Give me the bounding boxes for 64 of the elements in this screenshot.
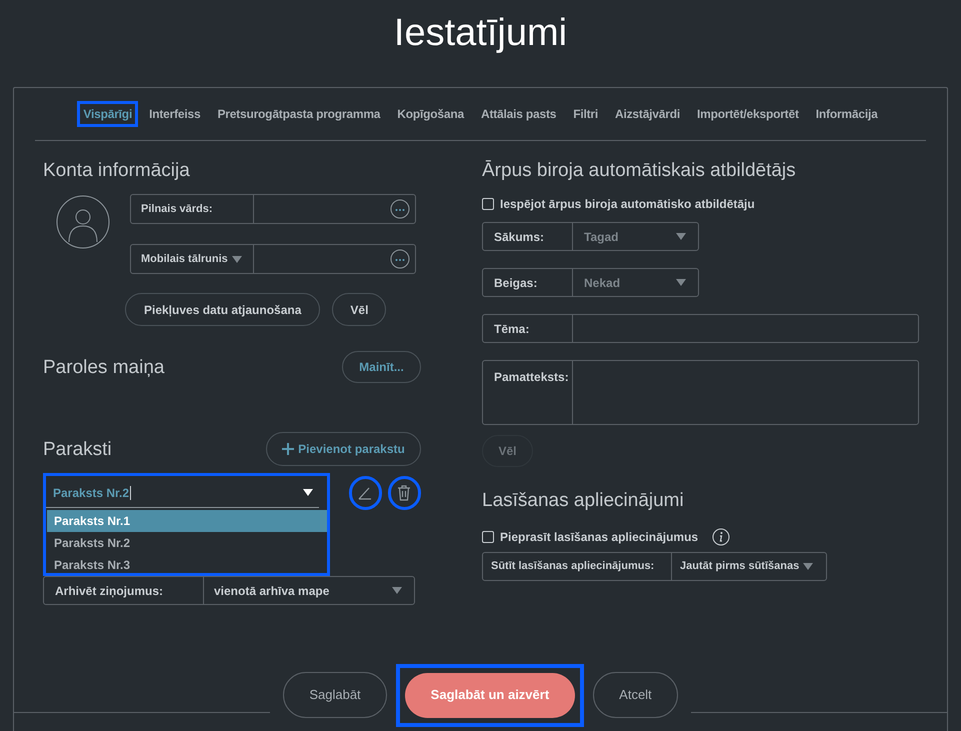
tab[interactable]: Informācija (810, 101, 884, 127)
section-heading: Ārpus biroja automātiskais atbildētājs (482, 161, 797, 180)
change-button[interactable]: Mainīt... (342, 351, 421, 383)
checkbox-label: Iespējot ārpus biroja automātisko atbildētāju (500, 196, 755, 213)
avatar-icon (56, 195, 110, 249)
field-label: Beigas: (483, 269, 573, 296)
tab[interactable]: Importēt/eksportēt (691, 101, 805, 127)
caret-icon (676, 279, 686, 286)
field-label: Sākums: (483, 223, 573, 250)
signature-dropdown[interactable]: Paraksts Nr.2 (46, 478, 319, 508)
caret-icon (392, 587, 402, 594)
info-icon[interactable] (712, 528, 730, 546)
checkbox[interactable] (482, 198, 494, 210)
footer-button[interactable]: Saglabāt (283, 672, 387, 718)
field-label: Arhivēt ziņojumus: (44, 577, 204, 604)
tab[interactable]: Interfeiss (143, 101, 206, 127)
dropdown-option[interactable]: Paraksts Nr.1 (47, 510, 327, 532)
caret-icon (232, 256, 242, 262)
field-label: Pamatteksts: (483, 361, 573, 424)
footer-button[interactable]: Atcelt (593, 672, 678, 718)
section-heading: Lasīšanas apliecinājumi (482, 491, 685, 510)
section-heading: Paraksti (43, 440, 112, 458)
pencil-icon (357, 485, 374, 501)
delete-button[interactable] (388, 476, 422, 510)
page-title: Iestatījumi (394, 11, 568, 56)
pill-button[interactable]: Piekļuves datu atjaunošana (125, 293, 320, 326)
section-heading: Paroles maiņa (43, 358, 164, 376)
field-label: Mobilais tālrunis (131, 245, 254, 273)
select-value: Jautāt pirms sūtīšanas (680, 559, 800, 574)
pill-button[interactable]: Vēl (332, 293, 386, 326)
form-field[interactable]: Tēma: (482, 314, 919, 343)
ellipsis-icon[interactable] (390, 199, 410, 219)
text-cursor (130, 486, 132, 500)
field-label: Sūtīt lasīšanas apliecinājumus: (483, 553, 672, 580)
form-field[interactable]: Arhivēt ziņojumus: vienotā arhīva mape (43, 576, 415, 605)
tab[interactable]: Filtri (567, 101, 604, 127)
plus-icon (282, 443, 294, 455)
select-value: Tagad (584, 228, 618, 246)
form-field[interactable]: Pamatteksts: (482, 360, 919, 425)
field-label: Pilnais vārds: (131, 195, 254, 223)
caret-icon (803, 563, 814, 570)
tab[interactable]: Pretsurogātpasta programma (211, 101, 386, 127)
tab[interactable]: Kopīgošana (391, 101, 470, 127)
form-field[interactable]: Sūtīt lasīšanas apliecinājumus: Jautāt pirms sūtīšanas (482, 552, 827, 581)
field-label: Tēma: (483, 315, 573, 342)
checkbox[interactable] (482, 531, 494, 543)
dropdown-option[interactable]: Paraksts Nr.3 (47, 554, 327, 576)
select-value: vienotā arhīva mape (214, 582, 330, 600)
add-signature-button[interactable]: Pievienot parakstu (266, 432, 421, 466)
select-value: Nekad (584, 274, 620, 292)
checkbox-label: Pieprasīt lasīšanas apliecinājumus (500, 529, 698, 546)
dropdown-option[interactable]: Paraksts Nr.2 (47, 532, 327, 554)
tab[interactable]: Vispārīgi (77, 101, 138, 127)
form-field[interactable]: Mobilais tālrunis (130, 244, 416, 274)
tab[interactable]: Aizstājvārdi (609, 101, 686, 127)
ellipsis-icon[interactable] (390, 249, 410, 269)
edit-button[interactable] (348, 476, 382, 510)
trash-icon (397, 485, 412, 501)
section-heading: Konta informācija (43, 161, 191, 180)
caret-icon (302, 489, 313, 496)
caret-icon (676, 233, 686, 240)
tab[interactable]: Attālais pasts (474, 101, 562, 127)
form-field[interactable]: Pilnais vārds: (130, 194, 416, 224)
dropdown-value: Paraksts Nr.2 (53, 484, 130, 502)
